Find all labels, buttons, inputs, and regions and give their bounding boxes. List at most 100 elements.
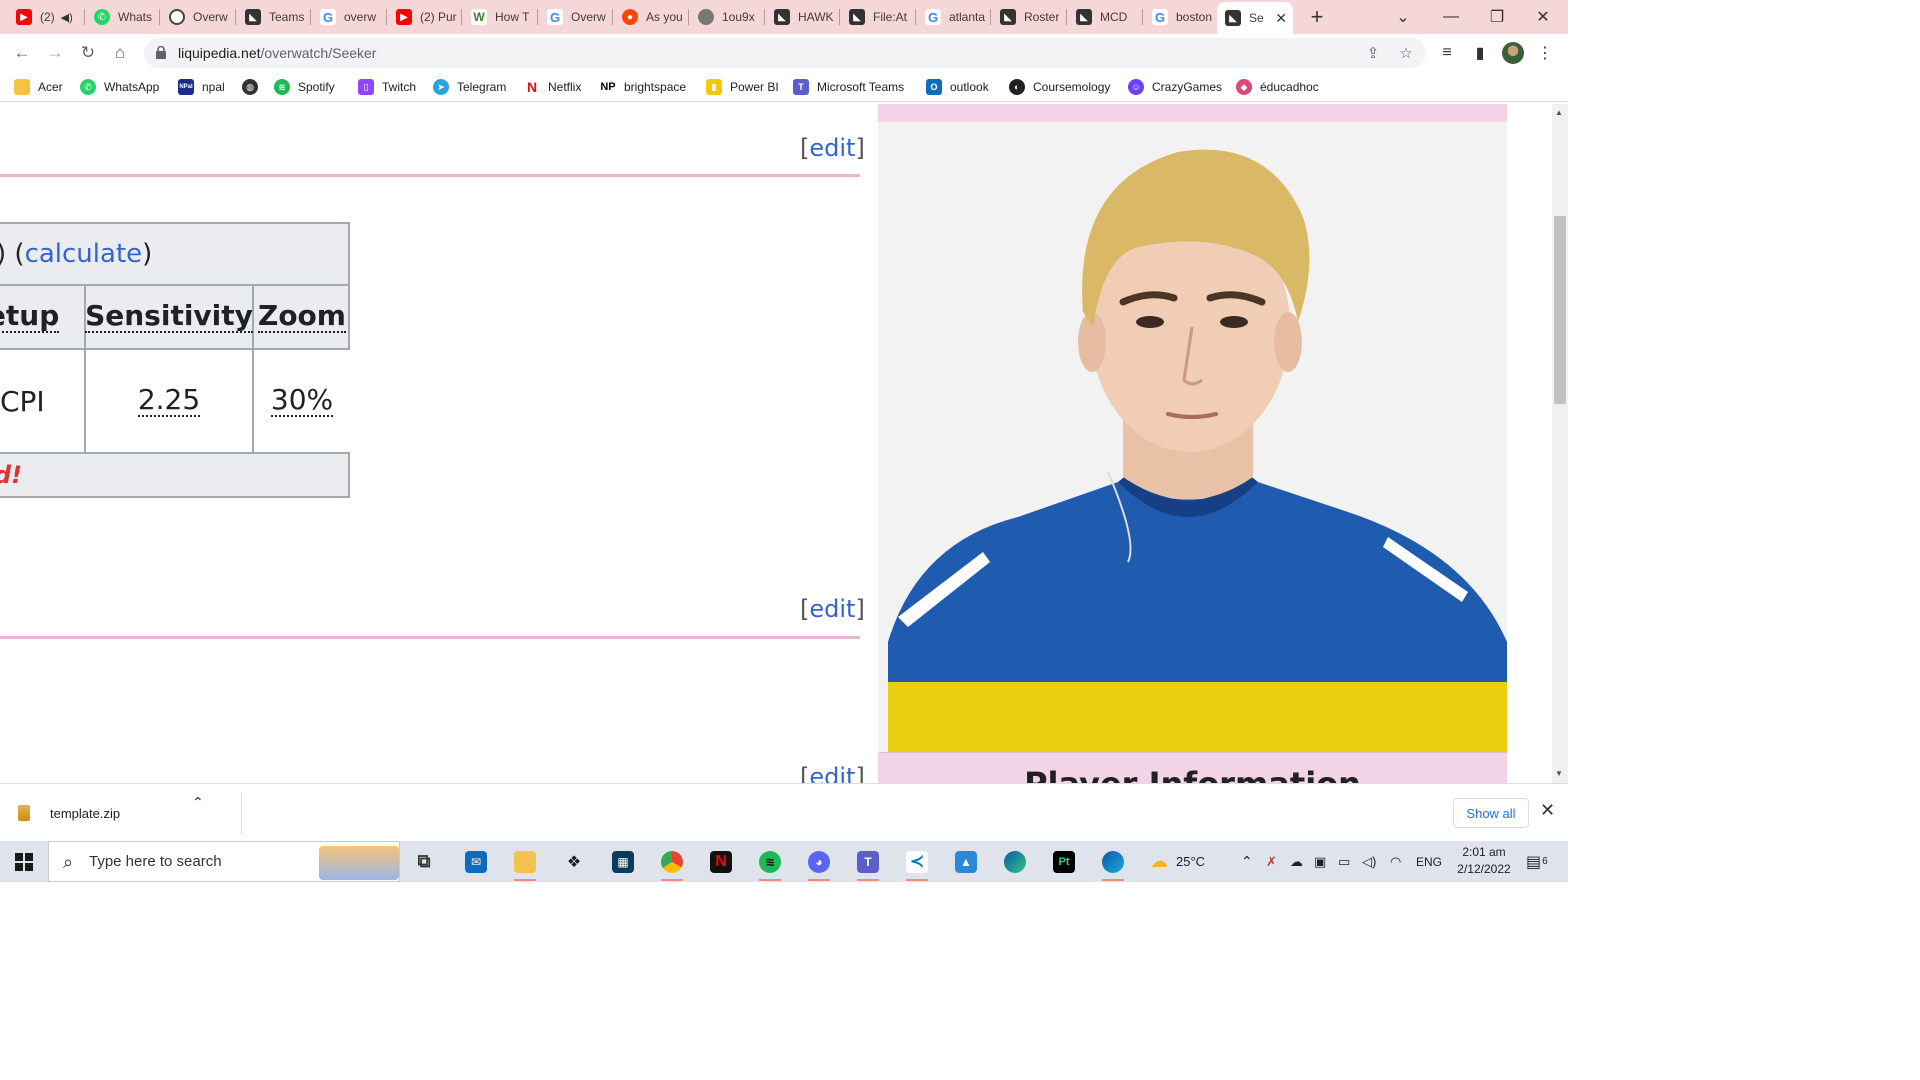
tab-1ou9x[interactable]: 1ou9x	[690, 3, 762, 31]
onedrive-icon[interactable]: ☁	[1290, 841, 1303, 882]
tab-wikihow[interactable]: W How T	[463, 3, 535, 31]
close-window-icon[interactable]: ✕	[1520, 0, 1566, 34]
spotify-icon: ≋	[274, 79, 290, 95]
tab-youtube-1[interactable]: ▶ (2) ◀)	[8, 3, 84, 31]
tab-roster[interactable]: ◣ Roster	[992, 3, 1064, 31]
tab-seeker-active[interactable]: ◣ Se ✕	[1217, 2, 1293, 34]
tab-search-icon[interactable]: ⌄	[1380, 0, 1426, 34]
back-icon[interactable]: ←	[10, 41, 34, 65]
edit-link-2[interactable]: [edit]	[800, 595, 865, 623]
bookmark-netflix[interactable]: N Netflix	[524, 78, 581, 96]
tab-reddit[interactable]: ● As you	[614, 3, 688, 31]
tab-hawk[interactable]: ◣ HAWK	[766, 3, 838, 31]
discord-app[interactable]: ◕	[802, 845, 836, 881]
volume-icon[interactable]: ◁)	[1362, 841, 1376, 882]
value-setup: CPI	[0, 350, 86, 454]
tab-google-atlanta[interactable]: G atlanta	[917, 3, 989, 31]
teams-app[interactable]: T	[851, 845, 885, 881]
edge-app[interactable]	[998, 845, 1032, 878]
bookmark-educadhoc[interactable]: ◆ éducadhoc	[1236, 78, 1319, 96]
player-photo[interactable]	[878, 122, 1507, 752]
close-tab-icon[interactable]: ✕	[1275, 10, 1287, 27]
tab-google-overw-2[interactable]: G Overw	[539, 3, 611, 31]
bookmark-whatsapp[interactable]: ✆ WhatsApp	[80, 78, 159, 96]
liquipedia-icon: ◣	[1225, 10, 1241, 26]
player-portrait-image	[878, 122, 1507, 752]
wifi-icon[interactable]: ◠	[1390, 841, 1401, 882]
bookmark-teams[interactable]: T Microsoft Teams	[793, 78, 904, 96]
bookmark-outlook[interactable]: Ooutlook	[926, 78, 989, 96]
bookmark-powerbi[interactable]: ▮ Power BI	[706, 78, 779, 96]
bookmark-brightspace[interactable]: NP brightspace	[600, 78, 686, 96]
download-item[interactable]: template.zip	[18, 794, 238, 832]
netflix-app[interactable]: N	[704, 845, 738, 878]
tab-youtube-2[interactable]: ▶ (2) Pur	[388, 3, 460, 31]
share-icon[interactable]: ⇪	[1364, 44, 1382, 62]
media-control-icon[interactable]: ≡	[1437, 43, 1457, 63]
side-panel-icon[interactable]: ▮	[1470, 43, 1490, 63]
home-icon[interactable]: ⌂	[108, 41, 132, 65]
twitch-icon: ▯	[358, 79, 374, 95]
bookmark-spotify[interactable]: ≋ Spotify	[274, 78, 335, 96]
vertical-scrollbar[interactable]: ▲ ▼	[1552, 104, 1568, 783]
scroll-up-icon[interactable]: ▲	[1555, 108, 1563, 117]
battery-icon[interactable]: ▭	[1338, 841, 1350, 882]
reload-icon[interactable]: ↻	[76, 41, 100, 65]
photos-app[interactable]: ▲	[949, 845, 983, 878]
minimize-icon[interactable]: —	[1428, 0, 1474, 34]
weather-widget[interactable]: ☁ 25°C	[1150, 841, 1205, 882]
profile-avatar[interactable]	[1502, 42, 1524, 64]
bookmark-twitch[interactable]: ▯ Twitch	[358, 78, 416, 96]
edge-icon	[1004, 850, 1026, 873]
chrome-app[interactable]	[655, 845, 689, 881]
scroll-down-icon[interactable]: ▼	[1555, 769, 1563, 778]
address-bar[interactable]: liquipedia.net/overwatch/Seeker ⇪ ☆	[144, 38, 1426, 68]
notifications-button[interactable]: ▤ 6	[1526, 841, 1548, 882]
speaker-icon[interactable]: ◀)	[61, 11, 73, 24]
whatsapp-icon: ✆	[94, 9, 110, 25]
tab-whatsapp[interactable]: ✆ Whats	[86, 3, 156, 31]
lock-icon[interactable]	[156, 46, 166, 59]
bookmark-acer[interactable]: Acer	[14, 78, 63, 96]
spotify-app[interactable]: ≋	[753, 845, 787, 881]
edge-dev-app[interactable]	[1096, 845, 1130, 881]
forward-icon[interactable]: →	[43, 41, 67, 65]
chevron-up-icon[interactable]: ⌃	[192, 794, 204, 811]
bookmark-coursemology[interactable]: ◐ Coursemology	[1009, 78, 1110, 96]
restore-icon[interactable]: ❐	[1474, 0, 1520, 34]
security-icon[interactable]: ✗	[1266, 841, 1277, 882]
bookmark-star-icon[interactable]: ☆	[1397, 44, 1415, 62]
zip-file-icon	[18, 805, 30, 821]
pycharm-app[interactable]: Pt	[1047, 845, 1081, 878]
tab-mcd[interactable]: ◣ MCD	[1068, 3, 1140, 31]
tab-file[interactable]: ◣ File:At	[841, 3, 913, 31]
edit-link-3[interactable]: [edit]	[800, 763, 865, 783]
bookmark-globe[interactable]: ◍	[242, 78, 266, 96]
scrollbar-thumb[interactable]	[1554, 216, 1566, 404]
show-all-button[interactable]: Show all	[1453, 798, 1529, 828]
dropbox-app[interactable]: ❖	[557, 845, 591, 878]
tab-google-overw[interactable]: G overw	[312, 3, 386, 31]
bookmark-npal[interactable]: NPal npal	[178, 78, 225, 96]
close-downloads-icon[interactable]: ✕	[1540, 800, 1555, 821]
tab-google-boston[interactable]: G boston	[1144, 3, 1216, 31]
clock[interactable]: 2:01 am 2/12/2022	[1448, 844, 1520, 878]
calculate-link[interactable]: calculate	[25, 239, 143, 269]
vscode-app[interactable]: ≺	[900, 845, 934, 881]
taskbar-search-input[interactable]: ⌕ Type here to search	[48, 841, 400, 882]
bookmark-telegram[interactable]: ➤ Telegram	[433, 78, 506, 96]
new-tab-button[interactable]: +	[1305, 5, 1329, 29]
bookmark-crazygames[interactable]: ☺ CrazyGames	[1128, 78, 1222, 96]
start-button[interactable]	[0, 841, 48, 882]
app-store-app[interactable]: ▦	[606, 845, 640, 878]
language-indicator[interactable]: ENG	[1416, 841, 1442, 882]
tab-overwatch[interactable]: Overw	[161, 3, 233, 31]
menu-kebab-icon[interactable]: ⋮	[1535, 43, 1555, 63]
file-explorer-app[interactable]	[508, 845, 542, 881]
task-view-button[interactable]: ⧉	[407, 845, 441, 878]
tab-teams[interactable]: ◣ Teams	[237, 3, 309, 31]
chevron-up-icon[interactable]: ⌃	[1241, 841, 1253, 882]
meet-icon[interactable]: ▣	[1314, 841, 1326, 882]
mail-app[interactable]: ✉	[459, 845, 493, 878]
edit-link-1[interactable]: [edit]	[800, 134, 865, 162]
